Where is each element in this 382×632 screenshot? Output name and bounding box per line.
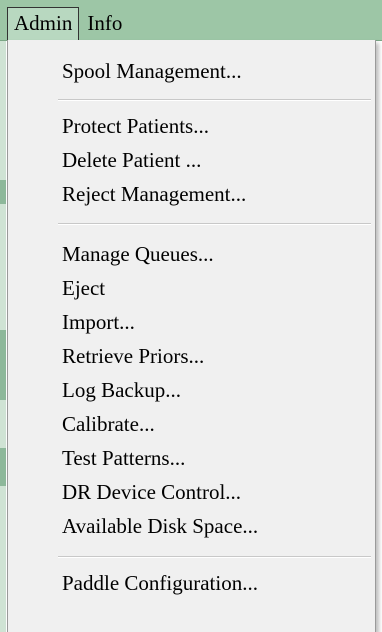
menu-item-import[interactable]: Import... — [60, 305, 369, 339]
menu-item-delete-patient[interactable]: Delete Patient ... — [60, 143, 369, 177]
menu-item-protect-patients[interactable]: Protect Patients... — [60, 109, 369, 143]
menu-item-eject[interactable]: Eject — [60, 271, 369, 305]
background-app-right-edge — [376, 40, 382, 632]
menu-admin[interactable]: Admin — [7, 7, 80, 40]
menu-item-manage-queues[interactable]: Manage Queues... — [60, 237, 369, 271]
menu-item-paddle-configuration[interactable]: Paddle Configuration... — [60, 566, 369, 600]
menu-separator — [58, 223, 371, 225]
menu-item-dr-device-control[interactable]: DR Device Control... — [60, 475, 369, 509]
background-app-band — [0, 448, 6, 486]
menu-item-available-disk-space[interactable]: Available Disk Space... — [60, 509, 369, 543]
menu-item-spool-management[interactable]: Spool Management... — [60, 54, 369, 88]
background-app-band — [0, 330, 6, 400]
background-app-band — [0, 180, 6, 204]
menu-bar: Admin Info — [0, 0, 382, 41]
menu-info[interactable]: Info — [79, 7, 130, 40]
menu-separator — [58, 556, 371, 558]
menu-item-reject-management[interactable]: Reject Management... — [60, 177, 369, 211]
menu-icon-gutter — [8, 40, 52, 632]
menu-item-test-patterns[interactable]: Test Patterns... — [60, 441, 369, 475]
admin-dropdown-menu: Spool Management... Protect Patients... … — [7, 40, 376, 632]
menu-separator — [58, 99, 371, 101]
menu-item-retrieve-priors[interactable]: Retrieve Priors... — [60, 339, 369, 373]
menu-item-calibrate[interactable]: Calibrate... — [60, 407, 369, 441]
menu-item-log-backup[interactable]: Log Backup... — [60, 373, 369, 407]
